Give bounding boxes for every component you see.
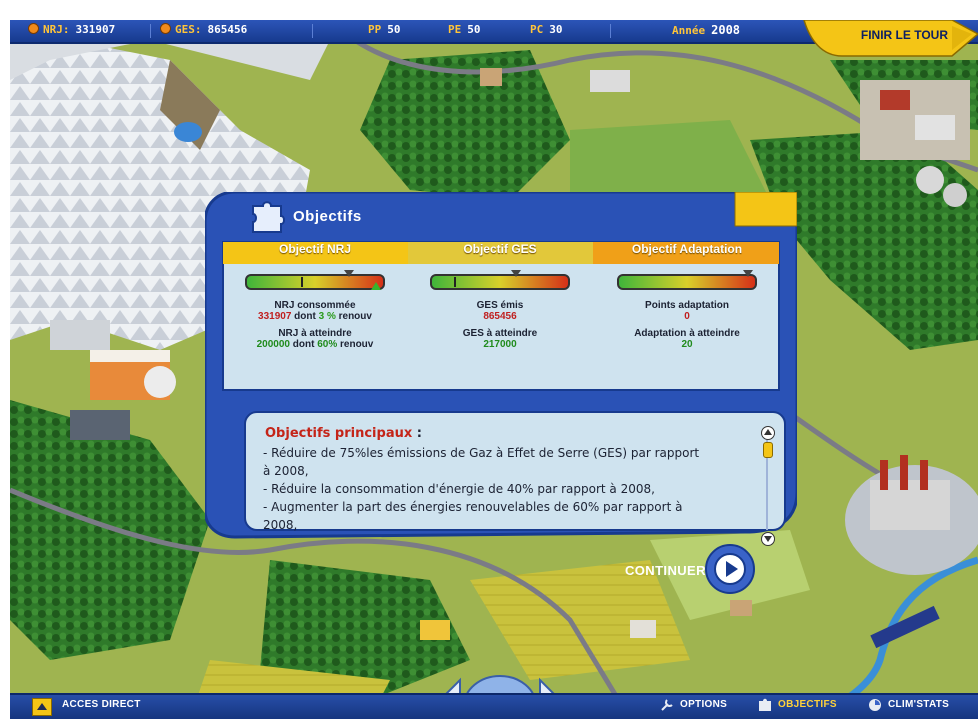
nrj-target-dont: dont	[290, 339, 318, 350]
pc-value: 30	[549, 23, 563, 36]
nrj-target-renew-suffix: renouv	[337, 339, 374, 350]
wrench-icon[interactable]	[660, 698, 674, 712]
nrj-target-amount: 200000	[256, 339, 290, 350]
scroll-up-button[interactable]	[761, 426, 775, 440]
year-stat: Année 2008	[672, 23, 740, 39]
nrj-target-renew-pct: 60%	[317, 339, 338, 350]
objectives-menu-item[interactable]: OBJECTIFS	[778, 699, 837, 710]
end-turn-label: FINIR LE TOUR	[860, 28, 948, 42]
bottom-menu-bar: ACCES DIRECT OPTIONS OBJECTIFS CLIM'STAT…	[10, 693, 978, 719]
pp-stat: PP 50	[368, 23, 401, 39]
gauge-tick	[301, 277, 303, 287]
ges-gauge	[430, 270, 570, 290]
objective-line: 2008,	[263, 518, 298, 532]
adaptation-target-label: Adaptation à atteindre	[634, 328, 740, 339]
year-label: Année	[672, 24, 706, 37]
ges-emitted-label: GES émis	[476, 300, 524, 311]
pe-stat: PE 50	[448, 23, 481, 39]
gauge-pointer	[743, 270, 754, 277]
nrj-target-label: NRJ à atteindre	[278, 328, 352, 339]
continue-play-button[interactable]	[705, 544, 755, 594]
objective-adaptation-header: Objectif Adaptation	[631, 242, 743, 256]
energy-stat: NRJ: 331907	[28, 23, 115, 39]
adaptation-points-label: Points adaptation	[645, 300, 729, 311]
main-objectives-title: Objectifs principaux :	[265, 426, 422, 441]
ges-stat: GES: 865456	[160, 23, 247, 39]
nrj-consumed-label: NRJ consommée	[274, 300, 356, 311]
year-value: 2008	[711, 23, 741, 37]
scrollbar-thumb[interactable]	[763, 442, 773, 458]
continue-label[interactable]: CONTINUER	[625, 563, 706, 578]
divider	[610, 24, 611, 38]
pc-stat: PC 30	[530, 23, 563, 39]
energy-icon	[28, 23, 39, 34]
main-objectives-colon: :	[412, 426, 422, 441]
objective-ges-header: Objectif GES	[463, 242, 537, 256]
adaptation-points-value: 0	[684, 311, 690, 322]
objective-line: à 2008,	[263, 464, 309, 478]
nrj-consumed-renew-pct: 3 %	[318, 311, 336, 322]
ges-icon	[160, 23, 171, 34]
pe-value: 50	[467, 23, 481, 36]
options-menu-item[interactable]: OPTIONS	[680, 699, 727, 710]
objective-line: - Augmenter la part des énergies renouve…	[263, 500, 683, 514]
ges-target-label: GES à atteindre	[462, 328, 538, 339]
pp-label: PP	[368, 23, 382, 36]
gauge-pointer	[344, 270, 354, 277]
direct-access-label[interactable]: ACCES DIRECT	[62, 699, 141, 710]
main-objectives-title-text: Objectifs principaux	[265, 426, 413, 441]
puzzle-icon[interactable]	[758, 698, 772, 712]
gauge-pointer	[511, 270, 522, 277]
gauge-tick	[454, 277, 456, 287]
objective-nrj-panel: Objectif NRJ NRJ consommée 331907 dont 3…	[225, 242, 405, 384]
objective-line: - Réduire de 75%les émissions de Gaz à E…	[263, 446, 700, 460]
scroll-down-button[interactable]	[761, 532, 775, 546]
end-turn-button[interactable]: FINIR LE TOUR	[802, 20, 978, 58]
main-objectives-box[interactable]: Objectifs principaux : - Réduire de 75%l…	[249, 414, 779, 546]
stats-globe-icon[interactable]	[868, 698, 882, 712]
puzzle-icon	[252, 201, 285, 233]
objective-adaptation-panel: Objectif Adaptation Points adaptation 0 …	[597, 242, 777, 384]
ges-target-value: 217000	[483, 339, 517, 350]
gauge-goal-marker	[371, 282, 382, 290]
ges-emitted-value: 865456	[483, 311, 517, 322]
objective-ges-panel: Objectif GES GES émis 865456 GES à attei…	[410, 242, 590, 384]
nrj-consumed-value: 331907 dont 3 % renouv	[225, 311, 405, 322]
nrj-target-value: 200000 dont 60% renouv	[225, 339, 405, 350]
objective-nrj-header: Objectif NRJ	[278, 242, 351, 256]
nrj-consumed-renew-suffix: renouv	[335, 311, 372, 322]
nrj-consumed-dont: dont	[291, 311, 319, 322]
energy-label: NRJ:	[43, 23, 70, 36]
adaptation-gauge	[617, 270, 757, 290]
ges-label: GES:	[175, 23, 202, 36]
dialog-title: Objectifs	[293, 208, 362, 225]
adaptation-target-value: 20	[681, 339, 693, 350]
divider	[150, 24, 151, 38]
direct-access-toggle-button[interactable]	[32, 698, 52, 716]
objective-line: - Réduire la consommation d'énergie de 4…	[263, 482, 655, 496]
objectives-dialog: Objectifs Objectif NRJ NRJ consommée 331…	[205, 192, 797, 594]
ges-value: 865456	[207, 23, 248, 36]
energy-value: 331907	[75, 23, 116, 36]
nrj-consumed-amount: 331907	[258, 311, 292, 322]
pc-label: PC	[530, 23, 544, 36]
pe-label: PE	[448, 23, 462, 36]
divider	[312, 24, 313, 38]
climstats-menu-item[interactable]: CLIM'STATS	[888, 699, 949, 710]
pp-value: 50	[387, 23, 401, 36]
nrj-gauge	[245, 270, 385, 290]
game-viewport[interactable]: NRJ: 331907 GES: 865456 PP 50 PE 50 PC 30 Ann…	[10, 20, 978, 719]
